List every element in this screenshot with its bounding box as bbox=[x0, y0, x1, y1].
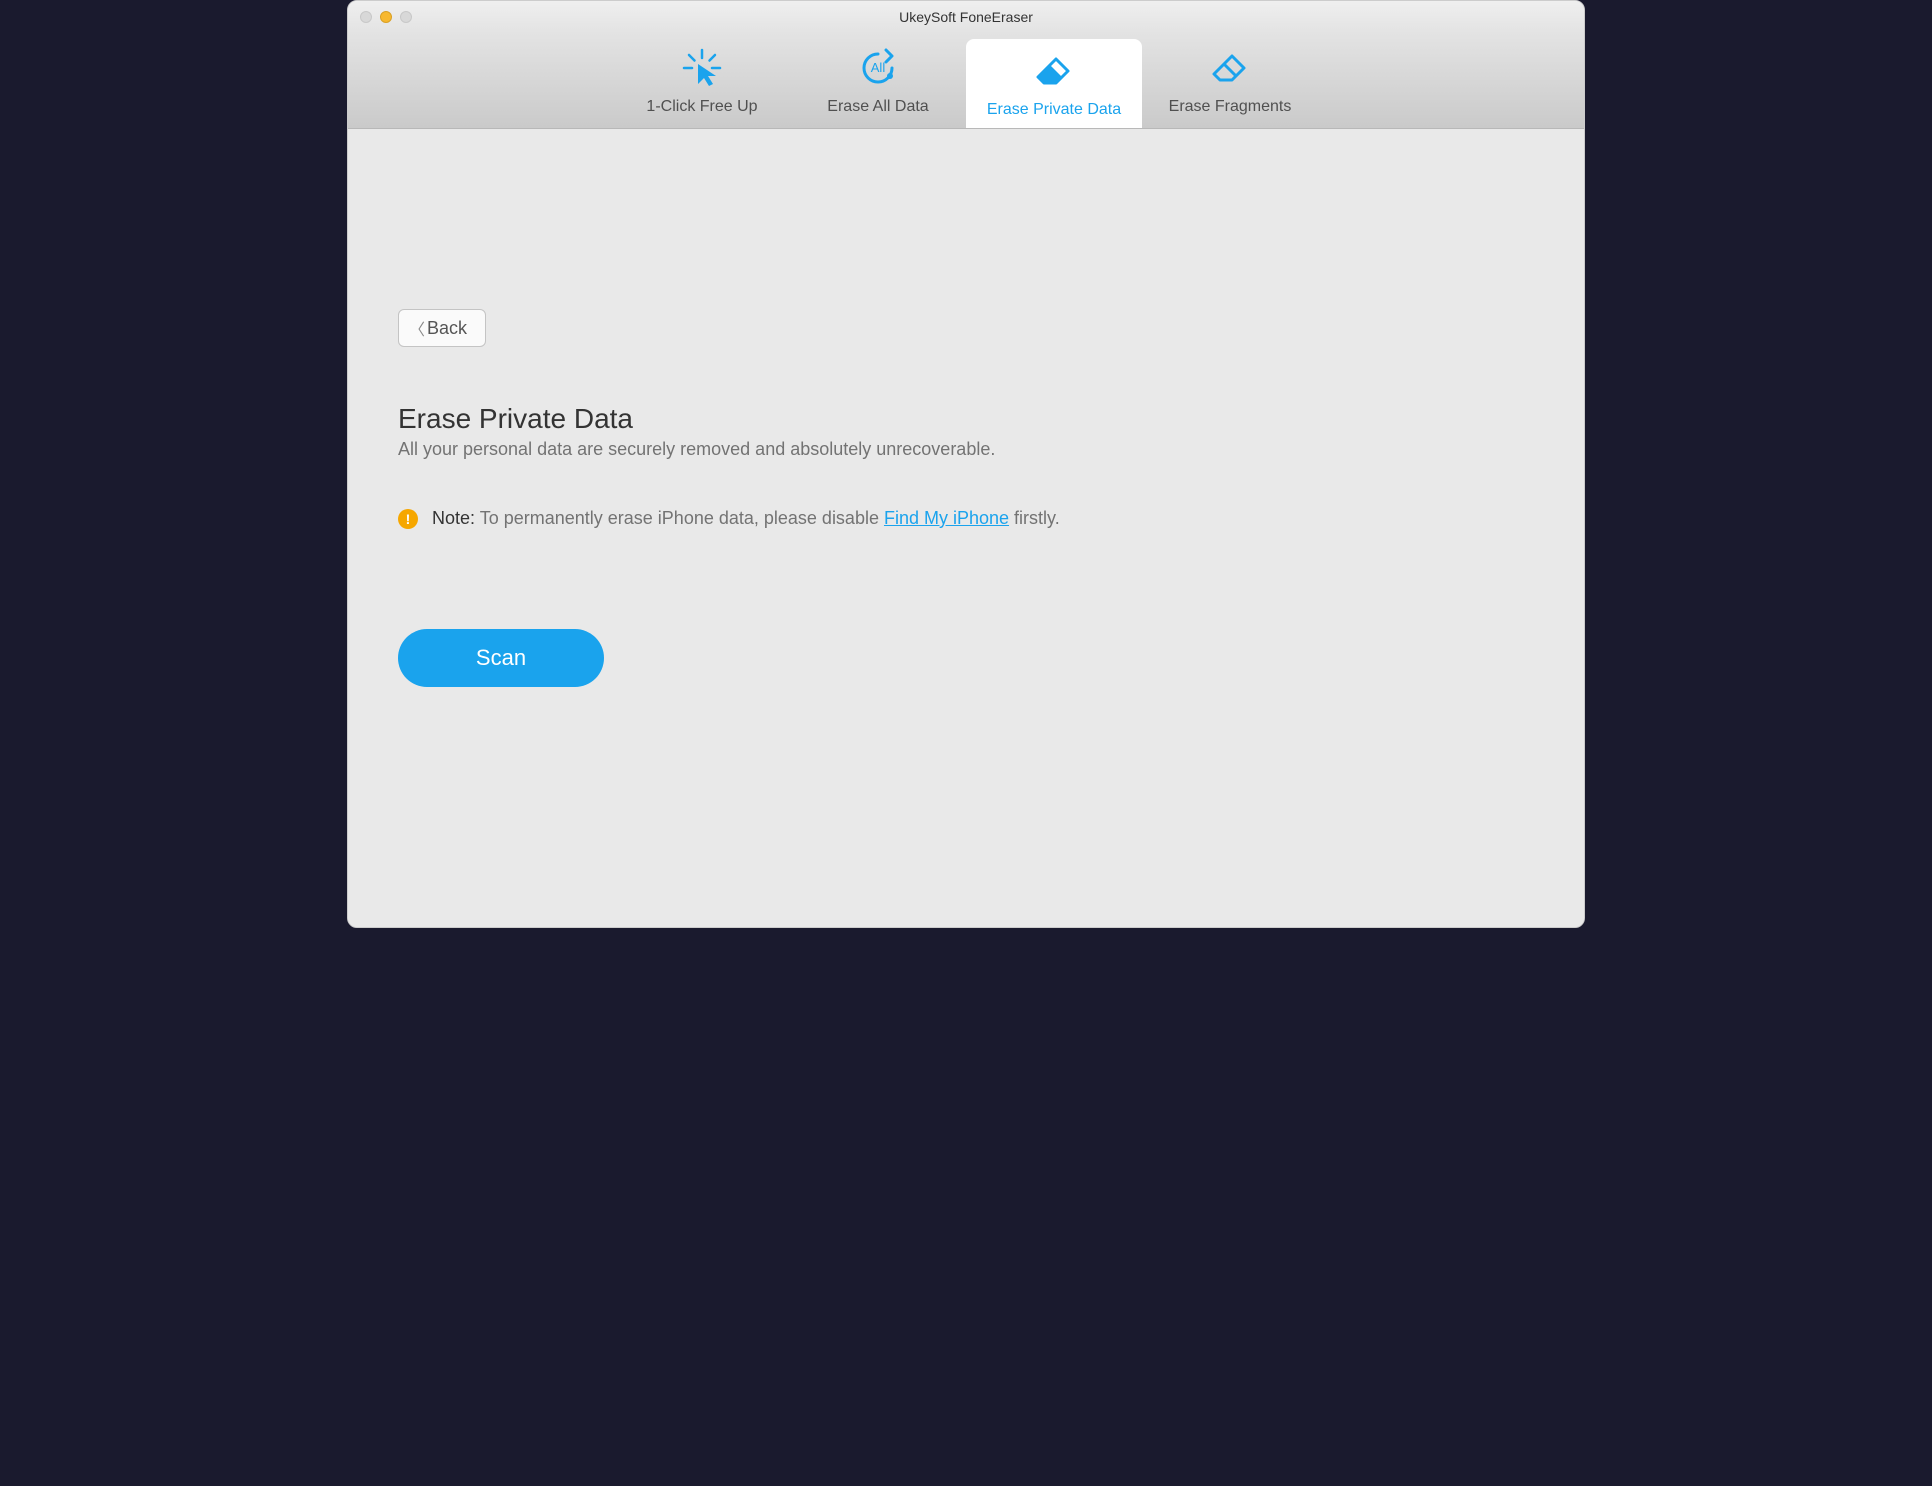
tab-1click-free-up[interactable]: 1-Click Free Up bbox=[614, 33, 790, 128]
close-window-button[interactable] bbox=[360, 11, 372, 23]
tab-label: Erase Fragments bbox=[1169, 98, 1292, 116]
eraser-outline-icon bbox=[1208, 46, 1252, 90]
window-controls bbox=[360, 11, 412, 23]
chevron-left-icon: 〈 bbox=[409, 316, 425, 340]
tab-label: Erase Private Data bbox=[987, 101, 1121, 119]
back-label: Back bbox=[427, 318, 467, 339]
window-title: UkeySoft FoneEraser bbox=[360, 9, 1572, 25]
note-text-wrapper: Note: To permanently erase iPhone data, … bbox=[432, 508, 1060, 529]
main-toolbar: 1-Click Free Up All Erase All Data Er bbox=[348, 33, 1584, 129]
warning-icon: ! bbox=[398, 509, 418, 529]
click-icon bbox=[680, 46, 724, 90]
page-title: Erase Private Data bbox=[398, 403, 1534, 435]
note-after: firstly. bbox=[1009, 508, 1060, 528]
svg-text:All: All bbox=[871, 60, 886, 75]
erase-all-icon: All bbox=[856, 46, 900, 90]
page-subtitle: All your personal data are securely remo… bbox=[398, 439, 1534, 460]
tab-label: Erase All Data bbox=[827, 98, 928, 116]
tab-erase-all-data[interactable]: All Erase All Data bbox=[790, 33, 966, 128]
note-before: To permanently erase iPhone data, please… bbox=[475, 508, 884, 528]
minimize-window-button[interactable] bbox=[380, 11, 392, 23]
scan-button[interactable]: Scan bbox=[398, 629, 604, 687]
tab-label: 1-Click Free Up bbox=[646, 98, 757, 116]
zoom-window-button[interactable] bbox=[400, 11, 412, 23]
note-label: Note: bbox=[432, 508, 475, 528]
tab-erase-private-data[interactable]: Erase Private Data bbox=[966, 39, 1142, 128]
eraser-icon bbox=[1032, 49, 1076, 93]
find-my-iphone-link[interactable]: Find My iPhone bbox=[884, 508, 1009, 528]
content-area: 〈 Back Erase Private Data All your perso… bbox=[348, 129, 1584, 927]
app-window: UkeySoft FoneEraser 1-Click Free Up bbox=[347, 0, 1585, 928]
tab-erase-fragments[interactable]: Erase Fragments bbox=[1142, 33, 1318, 128]
note-row: ! Note: To permanently erase iPhone data… bbox=[398, 508, 1534, 529]
titlebar: UkeySoft FoneEraser bbox=[348, 1, 1584, 33]
back-button[interactable]: 〈 Back bbox=[398, 309, 486, 347]
